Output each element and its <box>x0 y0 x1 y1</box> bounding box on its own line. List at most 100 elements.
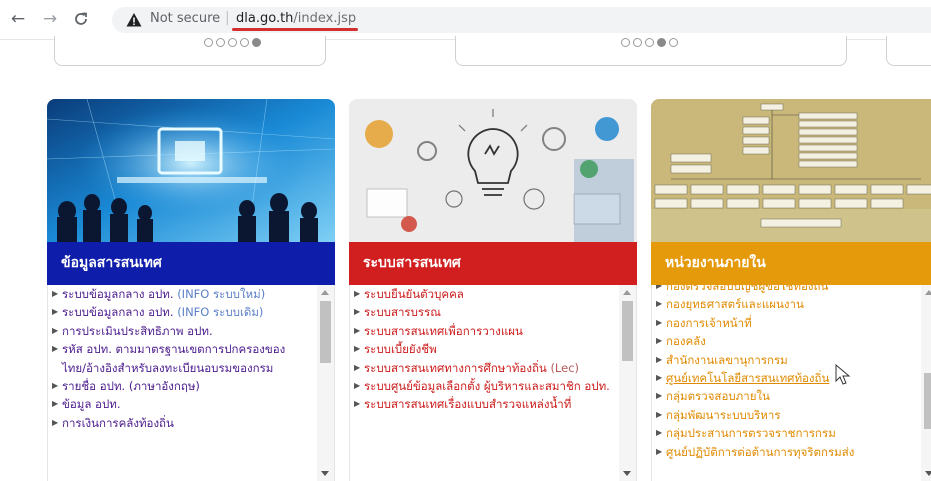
link-text: ระบบสารสนเทศทางการศึกษาท้องถิ่น <box>364 360 551 375</box>
bullet-arrow-icon: ▶ <box>354 362 361 372</box>
bullet-arrow-icon: ▶ <box>656 336 663 346</box>
card-link-item[interactable]: ▶ ศูนย์ปฏิบัติการต่อต้านการทุจริตกรมส่ง <box>652 443 931 461</box>
carousel-dot[interactable] <box>252 38 261 47</box>
card-link-items: ▶ ระบบยืนยันตัวบุคคล ▶ ระบบสารบรรณ ▶ ระบบสารส… <box>350 285 636 414</box>
card-title: หน่วยงานภายใน <box>651 242 931 285</box>
bullet-arrow-icon: ▶ <box>52 289 59 298</box>
card-link-item[interactable]: ▶ ระบบสารบรรณ <box>350 303 636 321</box>
scroll-up-arrow-icon[interactable] <box>321 290 329 295</box>
bullet-arrow-icon: ▶ <box>354 344 361 354</box>
card-link-list[interactable]: ▶ ระบบข้อมูลกลาง อปท. (INFO ระบบใหม่) ▶ ระบ… <box>47 285 335 481</box>
scroll-up-arrow-icon[interactable] <box>925 290 931 295</box>
forward-arrow-icon[interactable]: → <box>39 8 61 30</box>
card-link-item[interactable]: ▶ สำนักงานเลขานุการกรม <box>652 351 931 369</box>
carousel-panel-middle <box>455 36 847 66</box>
card-link-list[interactable]: ▶ กองตรวจสอบบัญชีผู้ขอใช้ท้องถิ่น ▶ กองยุทธ… <box>651 285 931 481</box>
bullet-arrow-icon: ▶ <box>354 399 361 409</box>
bullet-arrow-icon: ▶ <box>656 446 663 456</box>
scroll-thumb[interactable] <box>320 301 331 363</box>
carousel-dot[interactable] <box>633 38 642 47</box>
card-link-list[interactable]: ▶ ระบบยืนยันตัวบุคคล ▶ ระบบสารบรรณ ▶ ระบบสารส… <box>349 285 637 481</box>
bullet-arrow-icon: ▶ <box>52 344 59 354</box>
bullet-arrow-icon: ▶ <box>656 391 663 401</box>
card-link-item[interactable]: ▶ ศูนย์เทคโนโลยีสารสนเทศท้องถิ่น <box>652 369 931 387</box>
carousel-panel-left <box>54 36 326 66</box>
bullet-arrow-icon: ▶ <box>354 289 361 298</box>
card-title: ระบบสารสนเทศ <box>349 242 637 285</box>
bullet-arrow-icon: ▶ <box>354 325 361 335</box>
link-text: ระบบสารสนเทศเรื่องแบบสำรวจแหล่งน้ำที่ <box>364 397 572 412</box>
list-scrollbar[interactable] <box>921 285 931 481</box>
card-image-org-chart <box>651 99 931 242</box>
scroll-down-arrow-icon[interactable] <box>623 471 631 476</box>
card-link-item[interactable]: ▶ ระบบข้อมูลกลาง อปท. (INFO ระบบใหม่) <box>48 285 334 303</box>
card-link-item[interactable]: ▶ รายชื่อ อปท. (ภาษาอังกฤษ) <box>48 377 334 395</box>
card-title: ข้อมูลสารสนเทศ <box>47 242 335 285</box>
card-link-item[interactable]: ▶ กลุ่มพัฒนาระบบบริหาร <box>652 406 931 424</box>
list-scrollbar[interactable] <box>317 285 334 481</box>
carousel-dot[interactable] <box>240 38 249 47</box>
card-link-item[interactable]: ▶ ระบบยืนยันตัวบุคคล <box>350 285 636 303</box>
card-link-item[interactable]: ▶ กองการเจ้าหน้าที่ <box>652 314 931 332</box>
link-text: ระบบยืนยันตัวบุคคล <box>364 287 464 301</box>
carousel-dot[interactable] <box>216 38 225 47</box>
link-text: กองคลัง <box>666 334 706 349</box>
bullet-arrow-icon: ▶ <box>52 307 59 317</box>
card-internal-units: หน่วยงานภายใน ▶ กองตรวจสอบบัญชีผู้ขอใช้ท้… <box>651 99 931 481</box>
card-link-item[interactable]: ▶ การประเมินประสิทธิภาพ อปท. <box>48 322 334 340</box>
page: ← → Not secure | dla.go.th/index.jsp ข้อ… <box>0 0 931 481</box>
carousel-dot[interactable] <box>657 38 666 47</box>
carousel-dots <box>204 38 261 47</box>
card-link-item[interactable]: ▶ ระบบเบี้ยยังชีพ <box>350 340 636 358</box>
mouse-cursor-icon <box>835 364 851 385</box>
scroll-down-arrow-icon[interactable] <box>925 471 931 476</box>
back-arrow-icon[interactable]: ← <box>7 8 29 30</box>
browser-toolbar: ← → Not secure | dla.go.th/index.jsp <box>0 0 931 40</box>
card-link-item[interactable]: ▶ ข้อมูล อปท. <box>48 395 334 413</box>
card-link-item[interactable]: ▶ กลุ่มตรวจสอบภายใน <box>652 387 931 405</box>
bullet-arrow-icon: ▶ <box>656 409 663 419</box>
bullet-arrow-icon: ▶ <box>656 373 663 383</box>
card-link-item[interactable]: ▶ กองยุทธศาสตร์และแผนงาน <box>652 295 931 313</box>
reload-icon[interactable] <box>70 8 92 30</box>
card-link-item[interactable]: ▶ ระบบสารสนเทศเรื่องแบบสำรวจแหล่งน้ำที่ <box>350 395 636 413</box>
link-text: ระบบสารบรรณ <box>364 305 441 320</box>
card-information-data: ข้อมูลสารสนเทศ ▶ ระบบข้อมูลกลาง อปท. (INF… <box>47 99 335 481</box>
card-link-item[interactable]: ▶ ระบบข้อมูลกลาง อปท. (INFO ระบบเดิม) <box>48 303 334 321</box>
list-scrollbar[interactable] <box>619 285 636 481</box>
url-text[interactable]: dla.go.th/index.jsp <box>236 11 356 26</box>
link-text: สำนักงานเลขานุการกรม <box>666 352 788 367</box>
warning-triangle-icon[interactable] <box>126 12 142 28</box>
link-extra-text: (INFO ระบบเดิม) <box>177 305 264 320</box>
link-text: ระบบเบี้ยยังชีพ <box>364 342 437 357</box>
bullet-arrow-icon: ▶ <box>52 417 59 427</box>
carousel-dot[interactable] <box>621 38 630 47</box>
carousel-dot[interactable] <box>204 38 213 47</box>
scroll-thumb[interactable] <box>622 301 633 361</box>
card-link-item[interactable]: ▶ ระบบสารสนเทศทางการศึกษาท้องถิ่น (Lec) <box>350 359 636 377</box>
carousel-dot[interactable] <box>669 38 678 47</box>
card-link-item[interactable]: ▶ การเงินการคลังท้องถิ่น <box>48 414 334 432</box>
link-text: การเงินการคลังท้องถิ่น <box>62 415 174 430</box>
scroll-thumb[interactable] <box>924 373 931 429</box>
scroll-up-arrow-icon[interactable] <box>623 290 631 295</box>
carousel-panel-right <box>886 36 931 66</box>
card-link-item[interactable]: ▶ ระบบสารสนเทศเพื่อการวางแผน <box>350 322 636 340</box>
bullet-arrow-icon: ▶ <box>354 381 361 391</box>
card-image-business-tech <box>47 99 335 242</box>
scroll-down-arrow-icon[interactable] <box>321 471 329 476</box>
carousel-dot[interactable] <box>645 38 654 47</box>
card-link-item[interactable]: ▶ รหัส อปท. ตามมาตรฐานเขตการปกครองของไทย/… <box>48 340 334 377</box>
security-status-label[interactable]: Not secure <box>150 11 220 26</box>
link-text: ศูนย์ปฏิบัติการต่อต้านการทุจริตกรมส่ง <box>666 444 855 459</box>
card-link-item[interactable]: ▶ กองตรวจสอบบัญชีผู้ขอใช้ท้องถิ่น <box>652 285 931 295</box>
link-extra-text: (INFO ระบบใหม่) <box>177 287 266 301</box>
card-link-item[interactable]: ▶ กลุ่มประสานการตรวจราชการกรม <box>652 424 931 442</box>
bullet-arrow-icon: ▶ <box>354 307 361 317</box>
card-link-item[interactable]: ▶ ระบบศูนย์ข้อมูลเลือกตั้ง ผู้บริหารและสม… <box>350 377 636 395</box>
link-text: กองยุทธศาสตร์และแผนงาน <box>666 297 804 312</box>
link-text: กลุ่มประสานการตรวจราชการกรม <box>666 426 836 441</box>
bullet-arrow-icon: ▶ <box>656 299 663 309</box>
card-link-item[interactable]: ▶ กองคลัง <box>652 332 931 350</box>
carousel-dot[interactable] <box>228 38 237 47</box>
